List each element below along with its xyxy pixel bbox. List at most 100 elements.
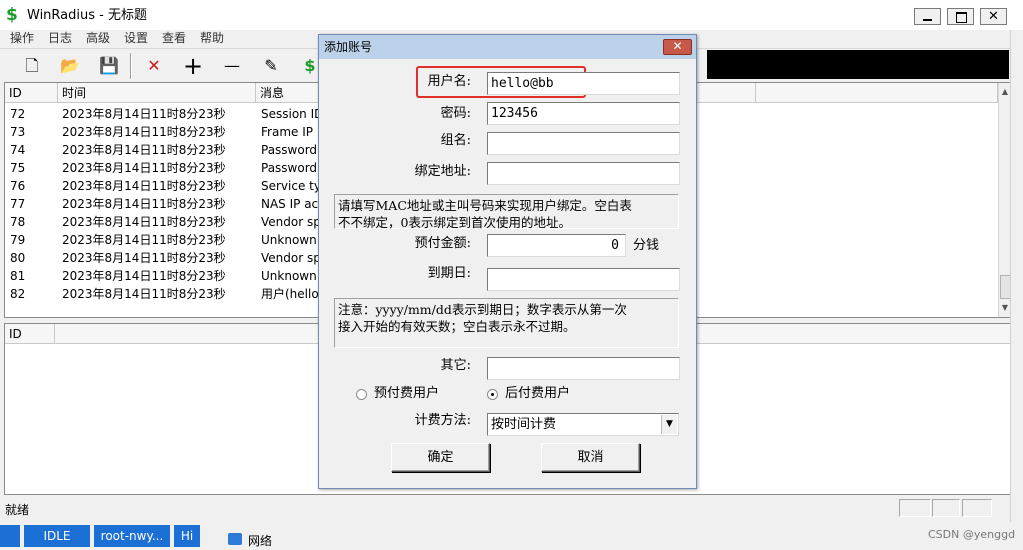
dialog-title: 添加账号 — [324, 40, 373, 54]
row-time: 2023年8月14日11时8分23秒 — [62, 215, 226, 229]
new-file-icon[interactable]: 🗋 — [19, 53, 45, 79]
row-message: 用户(hello — [261, 287, 319, 301]
expire-date-field[interactable] — [487, 268, 680, 291]
menu-settings[interactable]: 设置 — [124, 31, 148, 45]
remove-icon[interactable]: — — [219, 53, 245, 79]
status-bar: 就绪 — [0, 497, 1023, 521]
row-time: 2023年8月14日11时8分23秒 — [62, 125, 226, 139]
group-label: 组名: — [440, 133, 471, 148]
title-bar: $ WinRadius - 无标题 ✕ — [0, 0, 1023, 30]
bind-note: 请填写MAC地址或主叫号码来实现用户绑定。空白表 不不绑定，0表示绑定到首次使用… — [334, 194, 679, 230]
status-pane — [932, 499, 960, 517]
cancel-button[interactable]: 取消 — [541, 443, 640, 472]
taskbar-start-fragment[interactable] — [0, 525, 20, 547]
watermark: CSDN @yenggd — [928, 528, 1016, 541]
row-time: 2023年8月14日11时8分23秒 — [62, 269, 226, 283]
edit-icon[interactable]: ✎ — [258, 53, 284, 79]
row-id: 76 — [10, 179, 26, 193]
column-header-time[interactable]: 时间 — [58, 83, 256, 103]
taskbar-item-root[interactable]: root-nwy... — [94, 525, 170, 547]
billing-method-label: 计费方法: — [414, 413, 471, 428]
dialog-close-button[interactable]: ✕ — [663, 39, 692, 55]
menu-help[interactable]: 帮助 — [200, 31, 224, 45]
row-id: 78 — [10, 215, 26, 229]
postpaid-radio[interactable] — [487, 389, 498, 400]
row-id: 79 — [10, 233, 26, 247]
open-folder-icon[interactable]: 📂 — [57, 53, 83, 79]
minimize-button[interactable] — [914, 8, 941, 25]
menu-advanced[interactable]: 高级 — [86, 31, 110, 45]
taskbar-network-label[interactable]: 网络 — [248, 532, 272, 549]
maximize-button[interactable] — [947, 8, 974, 25]
row-message: Unknown — [261, 269, 317, 283]
bind-note-line: 请填写MAC地址或主叫号码来实现用户绑定。空白表 — [338, 198, 632, 213]
row-message: NAS IP ac — [261, 197, 319, 211]
menu-view[interactable]: 查看 — [162, 31, 186, 45]
expire-note-line: 注意：yyyy/mm/dd表示到期日；数字表示从第一次 — [338, 302, 627, 317]
row-message: Password — [261, 143, 318, 157]
status-display-panel — [707, 50, 1009, 79]
detail-header-id[interactable]: ID — [5, 324, 55, 344]
add-account-dialog: 添加账号 ✕ 用户名: hello@bb 密码: 123456 组名: 绑定地址… — [318, 34, 697, 489]
save-icon[interactable]: 💾 — [96, 53, 122, 79]
row-time: 2023年8月14日11时8分23秒 — [62, 287, 226, 301]
taskbar-item-hi[interactable]: Hi — [174, 525, 200, 547]
postpaid-radio-label[interactable]: 后付费用户 — [505, 385, 570, 403]
row-time: 2023年8月14日11时8分23秒 — [62, 107, 226, 121]
row-time: 2023年8月14日11时8分23秒 — [62, 233, 226, 247]
prepaid-radio[interactable] — [356, 389, 367, 400]
prepay-unit: 分钱 — [633, 238, 660, 253]
row-message: Service ty — [261, 179, 321, 193]
row-id: 81 — [10, 269, 26, 283]
taskbar: IDLE root-nwy... Hi 网络 — [0, 522, 1023, 550]
row-id: 74 — [10, 143, 26, 157]
prepay-label: 预付金额: — [414, 236, 471, 251]
row-id: 75 — [10, 161, 26, 175]
password-field[interactable]: 123456 — [487, 102, 680, 125]
column-header-id[interactable]: ID — [5, 83, 58, 103]
row-time: 2023年8月14日11时8分23秒 — [62, 179, 226, 193]
row-message: Session ID — [261, 107, 324, 121]
bind-note-line: 不不绑定，0表示绑定到首次使用的地址。 — [338, 215, 571, 230]
group-field[interactable] — [487, 132, 680, 155]
row-id: 73 — [10, 125, 26, 139]
delete-icon[interactable]: ✕ — [141, 53, 167, 79]
window-title: WinRadius - 无标题 — [27, 8, 147, 23]
row-message: Vendor sp — [261, 251, 321, 265]
status-pane — [899, 499, 931, 517]
row-message: Frame IP — [261, 125, 313, 139]
menu-operate[interactable]: 操作 — [10, 31, 34, 45]
ok-button[interactable]: 确定 — [391, 443, 490, 472]
row-message: Unknown — [261, 233, 317, 247]
dialog-title-bar: 添加账号 ✕ — [319, 35, 696, 59]
network-icon — [228, 533, 242, 545]
row-id: 77 — [10, 197, 26, 211]
billing-method-value: 按时间计费 — [491, 417, 557, 432]
expire-note: 注意：yyyy/mm/dd表示到期日；数字表示从第一次 接入开始的有效天数；空白… — [334, 298, 679, 348]
row-message: Vendor sp — [261, 215, 321, 229]
row-time: 2023年8月14日11时8分23秒 — [62, 161, 226, 175]
prepaid-radio-label[interactable]: 预付费用户 — [374, 385, 439, 403]
billing-method-select[interactable]: 按时间计费 ▼ — [487, 413, 679, 436]
username-field[interactable]: hello@bb — [487, 72, 680, 95]
bind-address-label: 绑定地址: — [414, 164, 471, 179]
row-id: 80 — [10, 251, 26, 265]
menu-log[interactable]: 日志 — [48, 31, 72, 45]
password-label: 密码: — [440, 106, 471, 121]
expire-date-label: 到期日: — [427, 266, 471, 281]
other-label: 其它: — [440, 358, 471, 373]
row-time: 2023年8月14日11时8分23秒 — [62, 143, 226, 157]
expire-note-line: 接入开始的有效天数；空白表示永不过期。 — [338, 319, 576, 334]
close-button[interactable]: ✕ — [980, 8, 1007, 25]
prepay-field[interactable]: 0 — [487, 234, 626, 257]
winradius-logo-icon: $ — [6, 5, 18, 25]
row-id: 82 — [10, 287, 26, 301]
status-text: 就绪 — [5, 503, 30, 517]
outer-scrollbar[interactable] — [1010, 30, 1023, 522]
row-id: 72 — [10, 107, 26, 121]
other-field[interactable] — [487, 357, 680, 380]
chevron-down-icon[interactable]: ▼ — [661, 415, 677, 434]
bind-address-field[interactable] — [487, 162, 680, 185]
taskbar-item-idle[interactable]: IDLE — [24, 525, 90, 547]
add-icon[interactable]: + — [180, 53, 206, 79]
